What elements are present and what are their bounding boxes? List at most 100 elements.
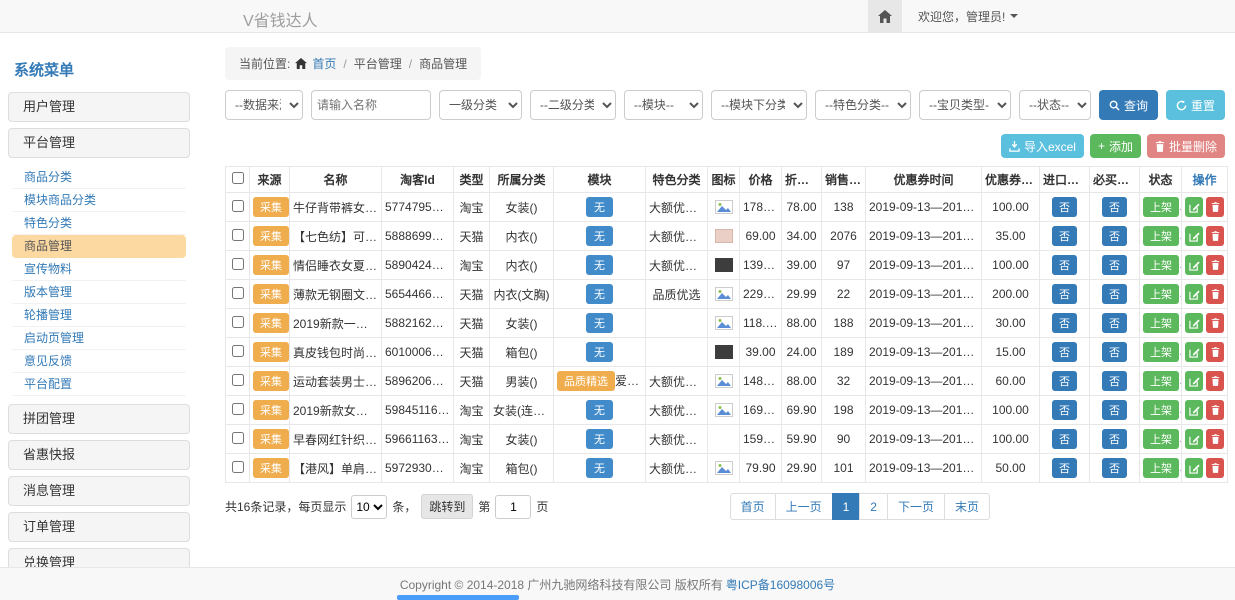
import-select-toggle[interactable]: 否 (1052, 284, 1077, 304)
sidebar-group-header[interactable]: 拼团管理 (8, 404, 190, 434)
import-select-toggle[interactable]: 否 (1052, 226, 1077, 246)
must-buy-toggle[interactable]: 否 (1102, 255, 1127, 275)
sidebar-item[interactable]: 模块商品分类 (12, 189, 186, 212)
must-buy-toggle[interactable]: 否 (1102, 284, 1127, 304)
edit-button[interactable] (1185, 284, 1203, 304)
must-buy-toggle[interactable]: 否 (1102, 371, 1127, 391)
select-all-checkbox[interactable] (232, 172, 244, 184)
page-number-input[interactable] (495, 495, 531, 519)
page-number-button[interactable]: 1 (832, 493, 861, 520)
filter-select-status[interactable]: --状态-- (1019, 90, 1091, 120)
sidebar-item[interactable]: 商品分类 (12, 166, 186, 189)
import-select-toggle[interactable]: 否 (1052, 429, 1077, 449)
name-search-input[interactable] (311, 90, 431, 120)
sidebar-item[interactable]: 启动页管理 (12, 327, 186, 350)
edit-button[interactable] (1185, 313, 1203, 333)
filter-select-module[interactable]: --模块-- (624, 90, 703, 120)
page-next-button[interactable]: 下一页 (887, 493, 945, 520)
search-button[interactable]: 查询 (1099, 90, 1158, 120)
import-select-toggle[interactable]: 否 (1052, 197, 1077, 217)
filter-select-level1-category[interactable]: 一级分类 (439, 90, 522, 120)
edit-button[interactable] (1185, 342, 1203, 362)
status-button[interactable]: 上架 (1143, 284, 1179, 304)
status-button[interactable]: 上架 (1143, 458, 1179, 478)
edit-button[interactable] (1185, 429, 1203, 449)
row-checkbox[interactable] (232, 258, 244, 270)
filter-select-item-type[interactable]: --宝贝类型-- (919, 90, 1011, 120)
must-buy-toggle[interactable]: 否 (1102, 342, 1127, 362)
edit-button[interactable] (1185, 197, 1203, 217)
edit-button[interactable] (1185, 458, 1203, 478)
home-button[interactable] (868, 0, 902, 32)
delete-button[interactable] (1206, 371, 1224, 391)
delete-button[interactable] (1206, 342, 1224, 362)
delete-button[interactable] (1206, 284, 1224, 304)
status-button[interactable]: 上架 (1143, 197, 1179, 217)
row-checkbox[interactable] (232, 287, 244, 299)
page-last-button[interactable]: 末页 (944, 493, 990, 520)
delete-button[interactable] (1206, 226, 1224, 246)
page-first-button[interactable]: 首页 (730, 493, 776, 520)
filter-select-data-source[interactable]: --数据来源-- (225, 90, 303, 120)
delete-button[interactable] (1206, 429, 1224, 449)
row-checkbox[interactable] (232, 461, 244, 473)
delete-button[interactable] (1206, 313, 1224, 333)
icp-link[interactable]: 粤ICP备16098006号 (726, 576, 835, 593)
sidebar-group-header[interactable]: 消息管理 (8, 476, 190, 506)
row-checkbox[interactable] (232, 316, 244, 328)
status-button[interactable]: 上架 (1143, 313, 1179, 333)
import-select-toggle[interactable]: 否 (1052, 313, 1077, 333)
page-prev-button[interactable]: 上一页 (775, 493, 833, 520)
status-button[interactable]: 上架 (1143, 371, 1179, 391)
must-buy-toggle[interactable]: 否 (1102, 313, 1127, 333)
import-select-toggle[interactable]: 否 (1052, 371, 1077, 391)
batch-delete-button[interactable]: 批量删除 (1147, 134, 1225, 158)
add-button[interactable]: + 添加 (1090, 134, 1141, 158)
reset-button[interactable]: 重置 (1166, 90, 1225, 120)
sidebar-group-header[interactable]: 省惠快报 (8, 440, 190, 470)
sidebar-group-header[interactable]: 订单管理 (8, 512, 190, 542)
status-button[interactable]: 上架 (1143, 255, 1179, 275)
breadcrumb-home-link[interactable]: 首页 (312, 55, 336, 72)
delete-button[interactable] (1206, 458, 1224, 478)
status-button[interactable]: 上架 (1143, 342, 1179, 362)
sidebar-item[interactable]: 版本管理 (12, 281, 186, 304)
sidebar-item[interactable]: 宣传物料 (12, 258, 186, 281)
import-select-toggle[interactable]: 否 (1052, 400, 1077, 420)
filter-select-module-subcategory[interactable]: --模块下分类-- (711, 90, 807, 120)
must-buy-toggle[interactable]: 否 (1102, 226, 1127, 246)
sidebar-item[interactable]: 特色分类 (12, 212, 186, 235)
import-select-toggle[interactable]: 否 (1052, 458, 1077, 478)
status-button[interactable]: 上架 (1143, 400, 1179, 420)
import-select-toggle[interactable]: 否 (1052, 342, 1077, 362)
user-menu[interactable]: 欢迎您，管理员! (918, 8, 1018, 25)
edit-button[interactable] (1185, 400, 1203, 420)
row-checkbox[interactable] (232, 345, 244, 357)
page-number-button[interactable]: 2 (859, 493, 888, 520)
status-button[interactable]: 上架 (1143, 226, 1179, 246)
sidebar-item[interactable]: 意见反馈 (12, 350, 186, 373)
import-excel-button[interactable]: 导入excel (1001, 134, 1084, 158)
must-buy-toggle[interactable]: 否 (1102, 458, 1127, 478)
edit-button[interactable] (1185, 371, 1203, 391)
must-buy-toggle[interactable]: 否 (1102, 197, 1127, 217)
delete-button[interactable] (1206, 255, 1224, 275)
sidebar-item[interactable]: 平台配置 (12, 373, 186, 396)
jump-to-button[interactable]: 跳转到 (421, 494, 473, 519)
must-buy-toggle[interactable]: 否 (1102, 429, 1127, 449)
delete-button[interactable] (1206, 400, 1224, 420)
sidebar-group-header[interactable]: 平台管理 (8, 128, 190, 158)
row-checkbox[interactable] (232, 432, 244, 444)
delete-button[interactable] (1206, 197, 1224, 217)
row-checkbox[interactable] (232, 403, 244, 415)
filter-select-feature-category[interactable]: --特色分类-- (815, 90, 911, 120)
sidebar-item[interactable]: 轮播管理 (12, 304, 186, 327)
edit-button[interactable] (1185, 255, 1203, 275)
sidebar-item[interactable]: 商品管理 (12, 235, 186, 258)
status-button[interactable]: 上架 (1143, 429, 1179, 449)
must-buy-toggle[interactable]: 否 (1102, 400, 1127, 420)
row-checkbox[interactable] (232, 374, 244, 386)
row-checkbox[interactable] (232, 229, 244, 241)
page-size-select[interactable]: 10 (351, 495, 387, 519)
import-select-toggle[interactable]: 否 (1052, 255, 1077, 275)
